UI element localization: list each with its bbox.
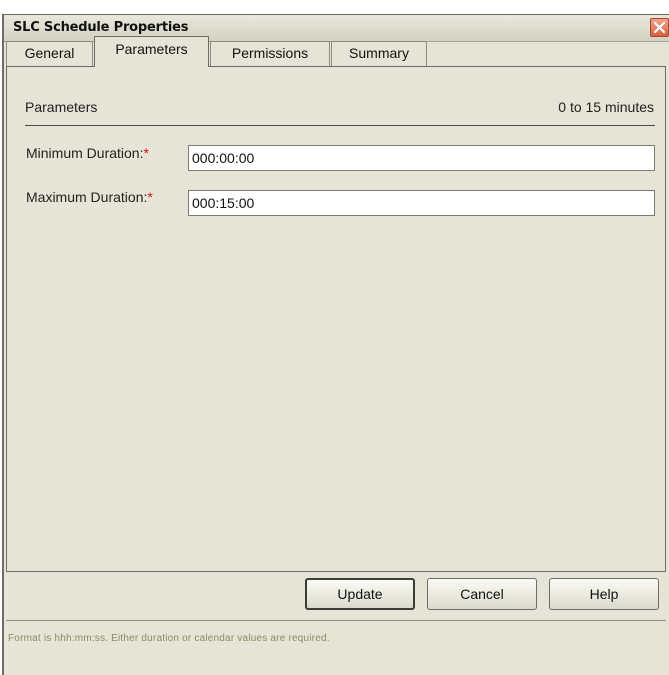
tab-permissions[interactable]: Permissions (210, 41, 330, 66)
tab-parameters[interactable]: Parameters (94, 36, 209, 67)
section-title: Parameters (25, 99, 98, 115)
max-duration-label: Maximum Duration:* (26, 189, 153, 205)
cancel-button[interactable]: Cancel (427, 578, 537, 610)
min-duration-label: Minimum Duration:* (26, 145, 149, 161)
max-duration-field[interactable] (188, 190, 655, 216)
help-button[interactable]: Help (549, 578, 659, 610)
status-bar: Format is hhh:mm:ss. Either duration or … (6, 620, 666, 663)
min-duration-label-text: Minimum Duration: (26, 145, 144, 161)
section-divider (25, 125, 655, 126)
close-icon (653, 21, 666, 34)
min-duration-field[interactable] (188, 145, 655, 171)
parameters-panel: Parameters 0 to 15 minutes Minimum Durat… (6, 66, 666, 572)
tab-bar: General Parameters Permissions Summary (6, 36, 656, 67)
tab-summary[interactable]: Summary (331, 41, 427, 66)
update-button[interactable]: Update (305, 578, 415, 610)
close-button[interactable] (650, 18, 669, 37)
status-message: Format is hhh:mm:ss. Either duration or … (8, 633, 330, 644)
range-text: 0 to 15 minutes (558, 99, 654, 115)
required-marker: * (143, 145, 149, 161)
max-duration-label-text: Maximum Duration: (26, 189, 148, 205)
window-title: SLC Schedule Properties (13, 20, 189, 35)
tab-general[interactable]: General (6, 41, 93, 66)
required-marker: * (147, 189, 153, 205)
